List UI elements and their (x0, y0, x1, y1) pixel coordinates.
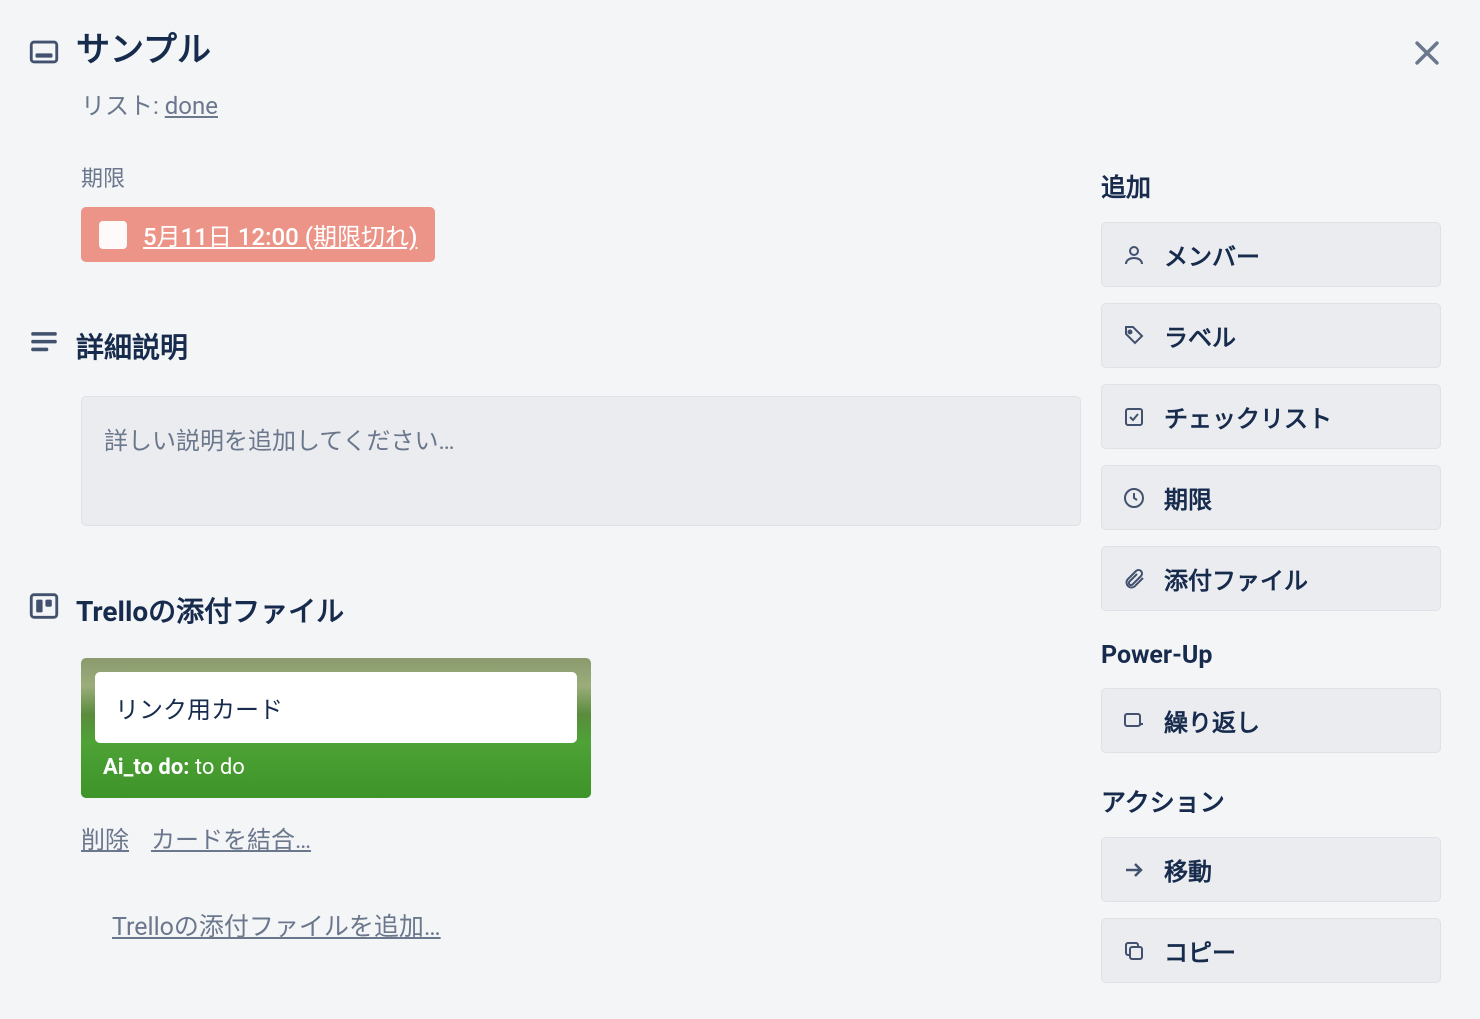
sidebar-powerup-heading: Power-Up (1101, 641, 1456, 670)
close-button[interactable] (1402, 28, 1452, 78)
sidebar-actions-heading: アクション (1101, 783, 1456, 819)
member-icon (1120, 241, 1148, 269)
list-location: リスト: done (81, 86, 1081, 121)
attachment-button[interactable]: 添付ファイル (1101, 546, 1441, 611)
arrow-right-icon (1120, 856, 1148, 884)
repeat-button[interactable]: 繰り返し (1101, 688, 1441, 753)
due-date-badge[interactable]: 5月11日 12:00 (期限切れ) (81, 207, 435, 262)
copy-icon (1120, 937, 1148, 965)
copy-label: コピー (1164, 933, 1236, 968)
copy-button[interactable]: コピー (1101, 918, 1441, 983)
due-date-button[interactable]: 期限 (1101, 465, 1441, 530)
due-date-text: 5月11日 12:00 (期限切れ) (143, 217, 417, 252)
clock-icon (1120, 484, 1148, 512)
paperclip-icon (1120, 565, 1148, 593)
repeat-icon (1120, 707, 1148, 735)
card-title[interactable]: サンプル (76, 28, 211, 72)
labels-button[interactable]: ラベル (1101, 303, 1441, 368)
due-label: 期限 (81, 161, 1081, 193)
labels-label: ラベル (1164, 318, 1236, 353)
linked-card-list: to do (189, 755, 244, 780)
checklist-button[interactable]: チェックリスト (1101, 384, 1441, 449)
members-button[interactable]: メンバー (1101, 222, 1441, 287)
move-label: 移動 (1164, 852, 1212, 887)
sidebar-add-heading: 追加 (1101, 168, 1456, 204)
due-checkbox[interactable] (99, 221, 127, 249)
relate-card-link[interactable]: カードを結合… (151, 826, 311, 854)
delete-attachment-link[interactable]: 削除 (81, 826, 129, 854)
linked-card[interactable]: リンク用カード Ai_to do: to do (81, 658, 591, 798)
description-icon (24, 322, 64, 362)
attachment-label: 添付ファイル (1164, 561, 1308, 596)
checklist-icon (1120, 403, 1148, 431)
linked-card-meta: Ai_to do: to do (95, 755, 577, 780)
card-icon (24, 32, 64, 72)
linked-card-title: リンク用カード (95, 672, 577, 743)
trello-attachment-icon (24, 586, 64, 626)
linked-card-board: Ai_to do: (103, 755, 189, 780)
repeat-label: 繰り返し (1164, 703, 1260, 738)
move-button[interactable]: 移動 (1101, 837, 1441, 902)
list-link[interactable]: done (165, 92, 218, 120)
description-heading: 詳細説明 (76, 322, 188, 366)
checklist-label: チェックリスト (1164, 399, 1332, 434)
list-prefix: リスト: (81, 92, 165, 120)
close-icon (1410, 36, 1444, 70)
add-trello-attachment-link[interactable]: Trelloの添付ファイルを追加… (112, 907, 1081, 943)
description-input[interactable]: 詳しい説明を追加してください… (81, 396, 1081, 526)
tag-icon (1120, 322, 1148, 350)
attachments-heading: Trelloの添付ファイル (76, 586, 344, 630)
due-date-label: 期限 (1164, 480, 1212, 515)
members-label: メンバー (1164, 237, 1260, 272)
